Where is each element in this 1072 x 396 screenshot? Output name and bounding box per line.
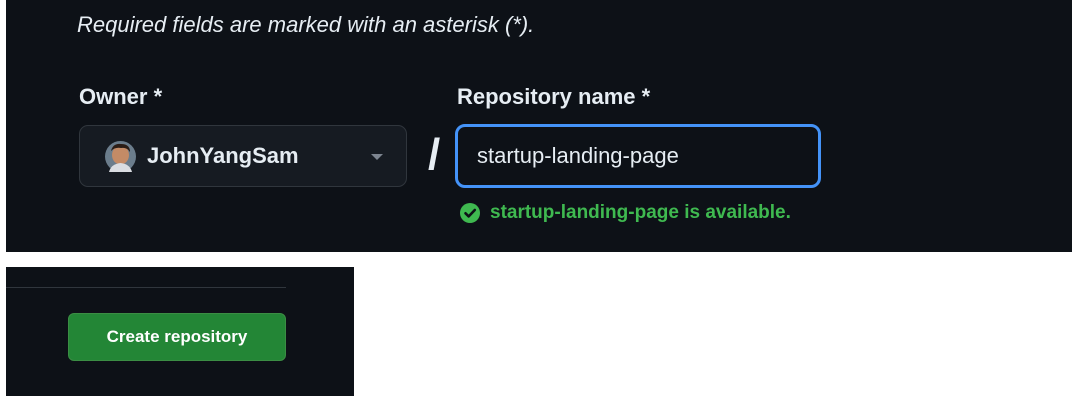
repository-name-label: Repository name * [457, 84, 651, 109]
availability-message: startup-landing-page is available. [459, 202, 791, 224]
caret-down-icon [371, 154, 383, 160]
repository-name-input[interactable] [455, 124, 821, 188]
owner-label: Owner * [79, 84, 163, 109]
avatar [105, 141, 136, 172]
divider [6, 287, 286, 288]
required-fields-note: Required fields are marked with an aster… [77, 12, 535, 37]
create-repository-button[interactable]: Create repository [68, 313, 286, 361]
availability-text: startup-landing-page is available. [490, 202, 791, 223]
owner-name: JohnYangSam [147, 143, 299, 168]
owner-select[interactable]: JohnYangSam [79, 125, 407, 187]
check-circle-fill-icon [460, 203, 480, 223]
owner-repo-separator: / [428, 130, 441, 179]
